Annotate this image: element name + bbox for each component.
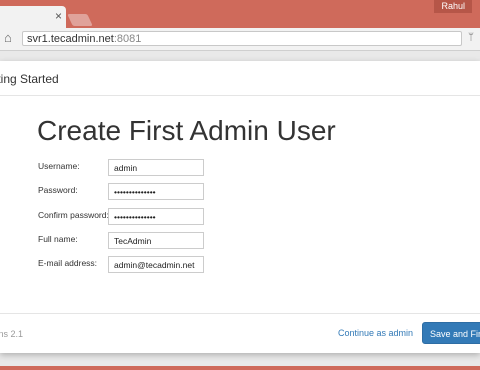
email-input[interactable] [108,256,204,273]
version-label: kins 2.1 [0,329,24,339]
password-row: Password: [38,183,218,201]
full-name-row: Full name: [38,232,218,250]
username-label: Username: [38,161,80,171]
save-and-finish-button[interactable]: Save and Fini [422,322,480,344]
page-content: tting Started Create First Admin User Us… [0,51,480,367]
confirm-password-label: Confirm password: [38,210,109,220]
full-name-label: Full name: [38,234,78,244]
window-bottom-border [0,366,480,370]
continue-as-admin-button[interactable]: Continue as admin [338,328,413,338]
setup-dialog: tting Started Create First Admin User Us… [0,61,480,353]
password-input[interactable] [108,183,204,200]
email-row: E-mail address: [38,256,218,274]
profile-badge[interactable]: Rahul [434,0,472,13]
address-bar[interactable]: svr1.tecadmin.net:8081 [22,31,462,46]
dialog-header: tting Started [0,61,480,96]
browser-tab[interactable]: × [0,6,66,28]
new-tab-button[interactable] [67,14,93,26]
confirm-password-row: Confirm password: [38,208,218,226]
password-label: Password: [38,185,78,195]
browser-toolbar: ⌂ svr1.tecadmin.net:8081 ᛘ [0,28,480,51]
url-host: svr1.tecadmin.net [27,33,114,45]
dialog-title: tting Started [0,72,59,86]
dialog-footer: kins 2.1 Continue as admin Save and Fini [0,313,480,353]
url-port: :8081 [113,33,142,45]
browser-titlebar: × Rahul [0,0,480,28]
username-input[interactable] [108,159,204,176]
email-label: E-mail address: [38,258,98,268]
confirm-password-input[interactable] [108,208,204,225]
close-tab-icon[interactable]: × [55,9,62,23]
home-icon[interactable]: ⌂ [4,30,12,46]
full-name-input[interactable] [108,232,204,249]
page-title: Create First Admin User [37,115,336,146]
username-row: Username: [38,159,218,177]
extension-icon[interactable]: ᛘ [468,30,474,46]
